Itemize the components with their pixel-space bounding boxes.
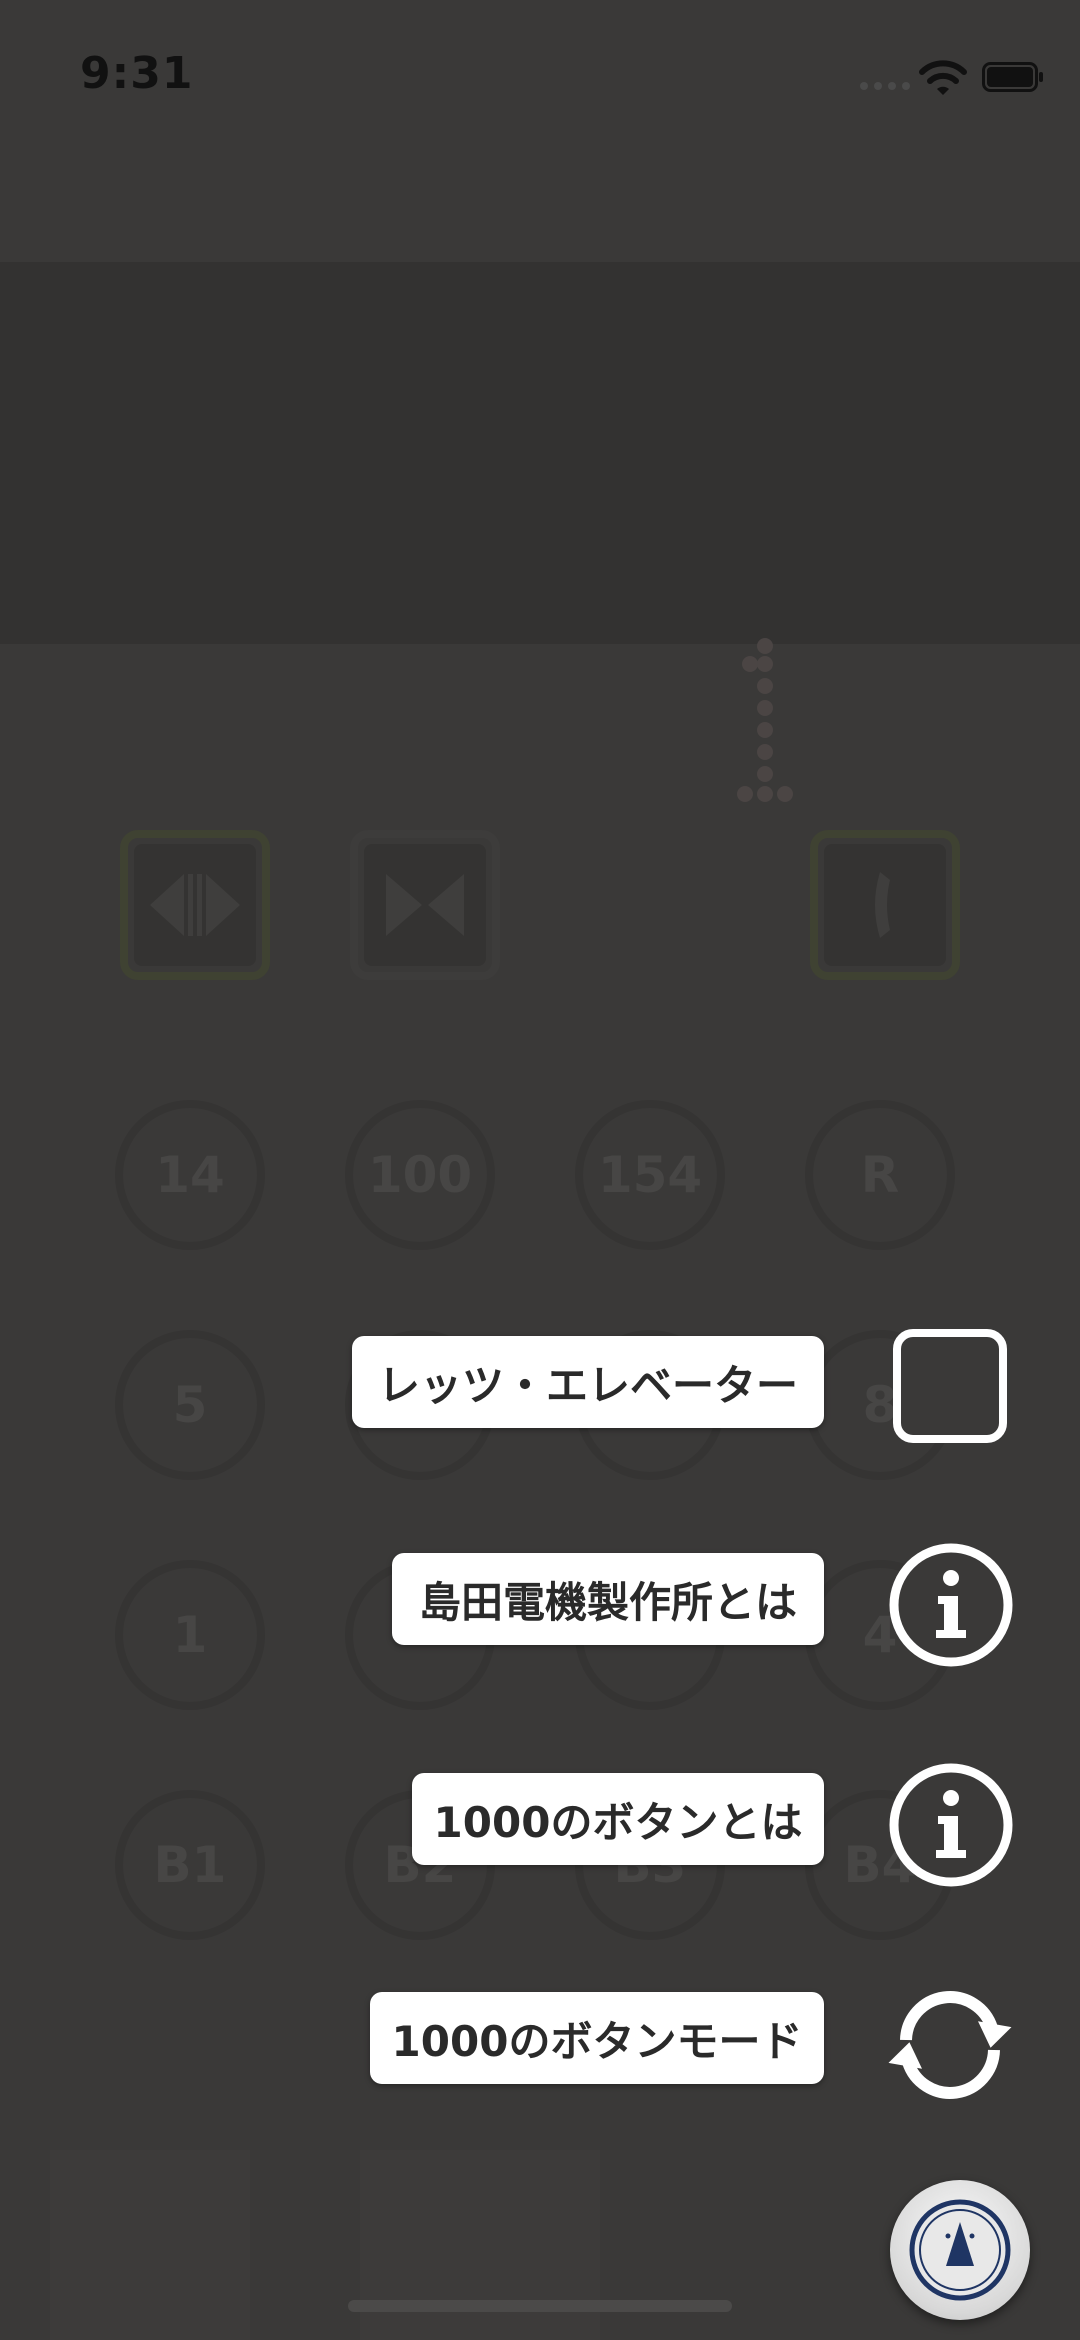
wifi-icon — [919, 60, 967, 95]
status-time: 9:31 — [80, 48, 194, 99]
signal-dot — [874, 82, 882, 90]
menu-label-lets-elevator[interactable]: レッツ・エレベーター — [352, 1336, 824, 1428]
home-indicator[interactable] — [348, 2300, 732, 2312]
emergency-call-button[interactable] — [810, 830, 960, 980]
menu-label-about-company[interactable]: 島田電機製作所とは — [392, 1553, 824, 1645]
floor-button-14[interactable]: 14 — [115, 1100, 265, 1250]
info-icon[interactable] — [888, 1762, 1014, 1888]
phone-icon — [810, 830, 960, 980]
floor-button-5[interactable]: 5 — [115, 1330, 265, 1480]
menu-label-about-1000-buttons[interactable]: 1000のボタンとは — [412, 1773, 824, 1865]
door-open-button[interactable] — [120, 830, 270, 980]
info-icon[interactable] — [888, 1542, 1014, 1668]
refresh-icon[interactable] — [880, 1984, 1020, 2106]
floor-button-1[interactable]: 1 — [115, 1560, 265, 1710]
battery-icon — [982, 62, 1043, 92]
bottom-panel-shade — [50, 2150, 250, 2340]
floor-button-r[interactable]: R — [805, 1100, 955, 1250]
main-menu-button[interactable] — [890, 2180, 1030, 2320]
stop-square-icon[interactable] — [892, 1328, 1008, 1444]
signal-dot — [888, 82, 896, 90]
signal-dot — [902, 82, 910, 90]
menu-label-1000-buttons-mode[interactable]: 1000のボタンモード — [370, 1992, 824, 2084]
status-bar: 9:31 — [0, 0, 1080, 150]
floor-button-b1[interactable]: B1 — [115, 1790, 265, 1940]
floor-display: 1 — [0, 262, 1080, 802]
floor-button-100[interactable]: 100 — [345, 1100, 495, 1250]
elevator-up-icon — [909, 2199, 1011, 2301]
door-close-button[interactable] — [350, 830, 500, 980]
floor-button-154[interactable]: 154 — [575, 1100, 725, 1250]
door-close-icon — [350, 830, 500, 980]
door-open-icon — [120, 830, 270, 980]
signal-dot — [860, 82, 868, 90]
floor-indicator — [737, 638, 793, 802]
